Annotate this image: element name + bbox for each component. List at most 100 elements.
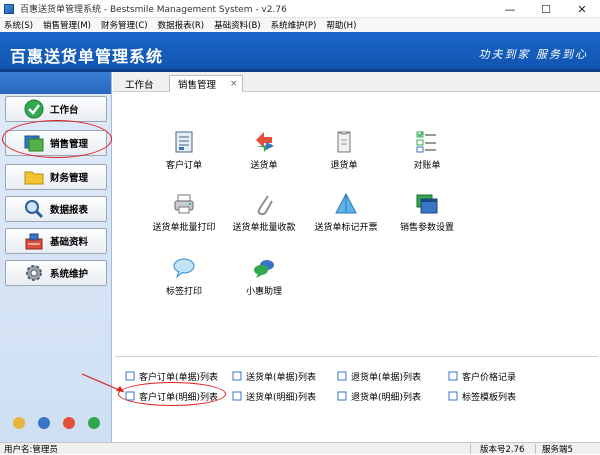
tab-strip: 工作台 销售管理 ×	[113, 72, 600, 92]
tab-sales[interactable]: 销售管理 ×	[169, 75, 243, 92]
func-sales-settings[interactable]: 销售参数设置	[387, 192, 467, 240]
func-label: 标签打印	[165, 287, 202, 297]
func-mark-invoice[interactable]: 送货单标记开票	[306, 192, 386, 240]
link-label: 客户价格记录	[462, 372, 517, 383]
sidebar-item-label: 工作台	[50, 105, 79, 116]
menu-basic-data[interactable]: 基础资料(B)	[214, 19, 260, 31]
doc-icon	[448, 391, 458, 401]
check-icon	[24, 99, 44, 119]
func-delivery-note[interactable]: 送货单	[224, 130, 304, 178]
func-label: 送货单批量打印	[152, 223, 216, 233]
doc-icon	[448, 371, 458, 381]
func-batch-print[interactable]: 送货单批量打印	[144, 192, 224, 240]
chat-bubbles-icon	[252, 256, 276, 280]
link-label: 退货单(明细)列表	[351, 392, 422, 403]
status-version: 版本号2.76	[480, 444, 525, 455]
menu-finance[interactable]: 财务管理(C)	[101, 19, 148, 31]
sidebar-item-label: 数据报表	[50, 205, 89, 216]
func-label: 送货单批量收款	[232, 223, 296, 233]
annotation-ellipse-link	[118, 382, 226, 406]
return-doc-icon	[332, 130, 356, 154]
func-statement[interactable]: 对账单	[387, 130, 467, 178]
doc-icon	[337, 371, 347, 381]
func-label: 小惠助理	[245, 287, 282, 297]
sidebar-item-label: 财务管理	[50, 173, 89, 184]
doc-icon	[232, 391, 242, 401]
link-label-template-list[interactable]: 标签模板列表	[448, 389, 516, 403]
tab-close-icon[interactable]: ×	[230, 79, 238, 89]
func-label-print[interactable]: 标签打印	[144, 256, 224, 304]
func-label: 对账单	[413, 161, 441, 171]
link-label: 送货单(明细)列表	[246, 392, 317, 403]
paperclip-icon	[252, 192, 276, 216]
link-label: 标签模板列表	[462, 392, 517, 403]
link-delivery-list[interactable]: 送货单(单据)列表	[232, 369, 316, 383]
tools-icon	[24, 231, 44, 251]
sidebar-header	[0, 72, 111, 94]
window-title: 百惠送货单管理系统 - Bestsmile Management System …	[20, 5, 287, 15]
system-title: 百惠送货单管理系统	[10, 47, 164, 66]
minimize-button[interactable]: —	[492, 0, 528, 18]
doc-icon	[337, 391, 347, 401]
tab-workbench[interactable]: 工作台	[117, 75, 162, 92]
link-customer-price-record[interactable]: 客户价格记录	[448, 369, 516, 383]
refresh-icon[interactable]	[87, 417, 100, 429]
close-button[interactable]: ✕	[564, 0, 600, 18]
doc-icon	[232, 371, 242, 381]
link-return-detail-list[interactable]: 退货单(明细)列表	[337, 389, 421, 403]
menu-maintenance[interactable]: 系统维护(P)	[271, 19, 317, 31]
link-label: 退货单(单据)列表	[351, 372, 422, 383]
func-assistant[interactable]: 小惠助理	[224, 256, 304, 304]
func-label: 送货单标记开票	[314, 223, 378, 233]
link-label: 送货单(单据)列表	[246, 372, 317, 383]
status-server: 服务端5	[542, 444, 573, 455]
sidebar-quick-icons	[0, 417, 112, 429]
folder-icon	[24, 167, 44, 187]
slogan: 功夫到家 服务到心	[478, 48, 588, 61]
link-label: 客户订单(单据)列表	[139, 372, 219, 383]
sidebar-item-finance[interactable]: 财务管理	[5, 164, 107, 190]
func-label: 客户订单	[165, 161, 202, 171]
menu-bar: 系统(S) 销售管理(M) 财务管理(C) 数据报表(R) 基础资料(B) 系统…	[0, 18, 600, 32]
gear-icon	[24, 263, 44, 283]
sidebar-item-label: 基础资料	[50, 237, 89, 248]
app-icon	[4, 3, 14, 14]
tab-label: 工作台	[125, 79, 154, 91]
func-label: 销售参数设置	[399, 223, 454, 233]
annotation-ellipse-sidebar	[2, 120, 112, 158]
delivery-arrows-icon	[252, 130, 276, 154]
status-user: 用户名:管理员	[4, 444, 58, 455]
title-bar: 百惠送货单管理系统 - Bestsmile Management System …	[0, 0, 600, 18]
func-label: 退货单	[330, 161, 358, 171]
window-controls: — ☐ ✕	[492, 0, 600, 18]
menu-sales[interactable]: 销售管理(M)	[43, 19, 91, 31]
status-bar: 用户名:管理员 版本号2.76 服务端5	[0, 442, 600, 455]
sidebar-item-maintenance[interactable]: 系统维护	[5, 260, 107, 286]
speech-bubble-icon	[172, 256, 196, 280]
sidebar-item-label: 系统维护	[50, 269, 89, 280]
status-separator	[535, 444, 536, 454]
menu-reports[interactable]: 数据报表(R)	[158, 19, 205, 31]
link-return-list[interactable]: 退货单(单据)列表	[337, 369, 421, 383]
menu-help[interactable]: 帮助(H)	[326, 19, 356, 31]
checklist-icon	[415, 130, 439, 154]
sidebar-item-reports[interactable]: 数据报表	[5, 196, 107, 222]
printer-icon	[172, 192, 196, 216]
pyramid-icon	[334, 192, 358, 216]
func-return-note[interactable]: 退货单	[304, 130, 384, 178]
menu-system[interactable]: 系统(S)	[4, 19, 33, 31]
func-batch-payment[interactable]: 送货单批量收款	[224, 192, 304, 240]
power-icon[interactable]	[62, 417, 75, 429]
maximize-button[interactable]: ☐	[528, 0, 564, 18]
sidebar-item-basic-data[interactable]: 基础资料	[5, 228, 107, 254]
sidebar-item-workbench[interactable]: 工作台	[5, 96, 107, 122]
info-icon[interactable]	[37, 417, 50, 429]
func-customer-order[interactable]: 客户订单	[144, 130, 224, 178]
order-form-icon	[172, 130, 196, 154]
link-delivery-detail-list[interactable]: 送货单(明细)列表	[232, 389, 316, 403]
tab-label: 销售管理	[178, 80, 217, 91]
lock-icon[interactable]	[12, 417, 25, 429]
header-banner: 百惠送货单管理系统 功夫到家 服务到心	[0, 32, 600, 72]
window-settings-icon	[415, 192, 439, 216]
status-separator	[470, 444, 471, 454]
